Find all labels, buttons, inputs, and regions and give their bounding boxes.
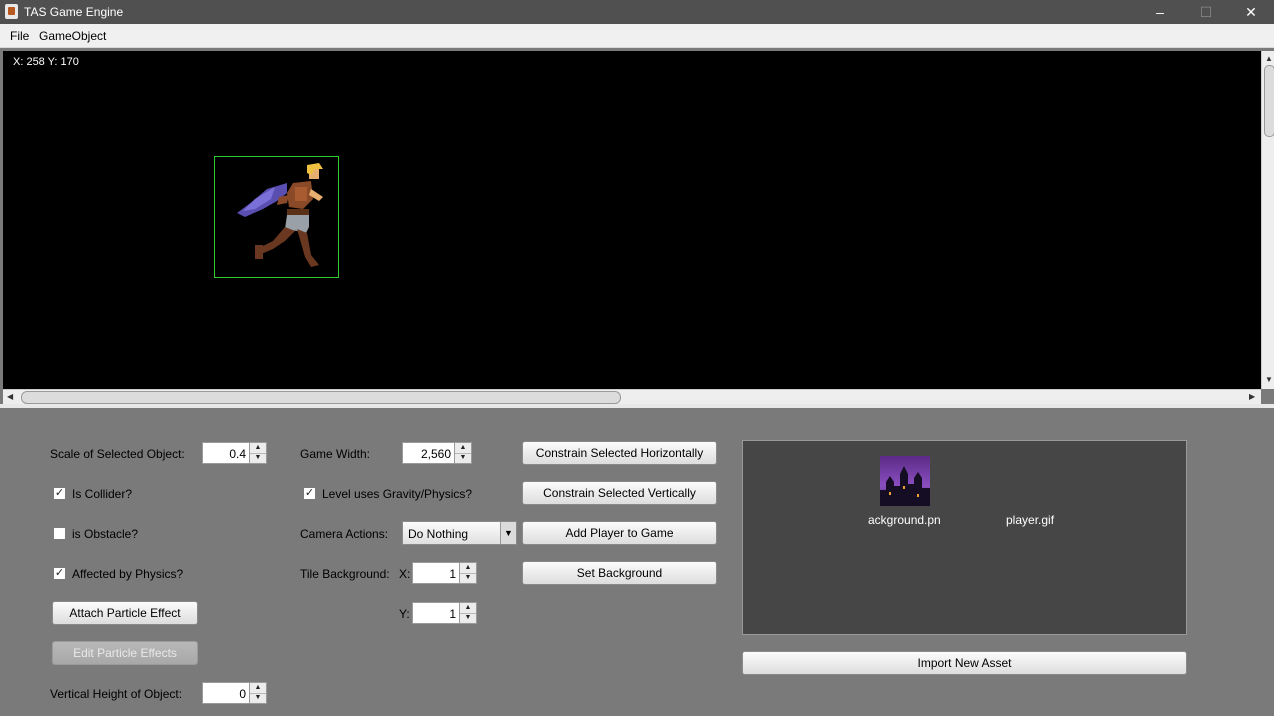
spin-down-icon[interactable]: ▼ <box>250 693 266 703</box>
tile-x-label: X: <box>399 567 411 581</box>
scale-spinner[interactable]: 0.4 ▲ ▼ <box>202 442 267 464</box>
scroll-up-arrow-icon[interactable]: ▲ <box>1265 54 1273 63</box>
affected-by-physics-label: Affected by Physics? <box>72 567 184 581</box>
scale-label: Scale of Selected Object: <box>50 447 185 461</box>
scroll-left-arrow-icon[interactable]: ◀ <box>7 392 13 401</box>
is-collider-label: Is Collider? <box>72 487 133 501</box>
panel-divider[interactable] <box>0 404 1274 408</box>
game-width-label: Game Width: <box>300 447 371 461</box>
camera-actions-dropdown[interactable]: Do Nothing ▼ <box>402 521 517 545</box>
horizontal-scroll-thumb[interactable] <box>21 391 621 404</box>
horizontal-scrollbar[interactable]: ◀ ▶ <box>3 389 1261 404</box>
menu-gameobject[interactable]: GameObject <box>39 29 106 43</box>
java-app-icon <box>5 4 18 19</box>
tile-y-spinner[interactable]: 1 ▲ ▼ <box>412 602 477 624</box>
scroll-down-arrow-icon[interactable]: ▼ <box>1265 375 1273 384</box>
gravity-checkbox[interactable]: ✓ <box>303 487 316 500</box>
tile-y-label: Y: <box>399 607 410 621</box>
player-sprite <box>237 163 323 267</box>
camera-actions-label: Camera Actions: <box>300 527 389 541</box>
asset-name-background[interactable]: ackground.pn <box>868 513 941 527</box>
set-background-button[interactable]: Set Background <box>522 561 717 585</box>
minimize-button[interactable]: – <box>1137 0 1183 24</box>
tile-x-spinner[interactable]: 1 ▲ ▼ <box>412 562 477 584</box>
gravity-label: Level uses Gravity/Physics? <box>322 487 473 501</box>
affected-by-physics-checkbox[interactable]: ✓ <box>53 567 66 580</box>
game-width-value[interactable]: 2,560 <box>421 447 451 461</box>
title-bar: TAS Game Engine – ☐ ✕ <box>0 0 1274 24</box>
selected-game-object[interactable] <box>214 156 339 278</box>
constrain-vertically-button[interactable]: Constrain Selected Vertically <box>522 481 717 505</box>
scale-value[interactable]: 0.4 <box>229 447 246 461</box>
menu-file[interactable]: File <box>10 29 29 43</box>
vertical-scrollbar[interactable]: ▲ ▼ <box>1261 51 1274 389</box>
edit-particle-effects-button[interactable]: Edit Particle Effects <box>52 641 198 665</box>
spin-down-icon[interactable]: ▼ <box>455 453 471 463</box>
game-viewport[interactable]: X: 258 Y: 170 <box>3 51 1261 389</box>
background-asset-thumbnail[interactable] <box>880 456 930 506</box>
game-width-spinner[interactable]: 2,560 ▲ ▼ <box>402 442 472 464</box>
is-collider-checkbox[interactable]: ✓ <box>53 487 66 500</box>
scroll-right-arrow-icon[interactable]: ▶ <box>1249 392 1255 401</box>
spin-down-icon[interactable]: ▼ <box>460 613 476 623</box>
camera-actions-value: Do Nothing <box>408 527 469 541</box>
is-obstacle-label: is Obstacle? <box>72 527 139 541</box>
tile-background-label: Tile Background: <box>300 567 390 581</box>
tile-x-value[interactable]: 1 <box>449 567 456 581</box>
chevron-down-icon[interactable]: ▼ <box>500 522 516 544</box>
import-new-asset-button[interactable]: Import New Asset <box>742 651 1187 675</box>
tile-y-value[interactable]: 1 <box>449 607 456 621</box>
attach-particle-effect-button[interactable]: Attach Particle Effect <box>52 601 198 625</box>
spin-down-icon[interactable]: ▼ <box>250 453 266 463</box>
asset-name-player[interactable]: player.gif <box>1006 513 1054 527</box>
vertical-height-spinner[interactable]: 0 ▲ ▼ <box>202 682 267 704</box>
spin-down-icon[interactable]: ▼ <box>460 573 476 583</box>
menu-bar: File GameObject <box>0 24 1274 48</box>
asset-library-panel[interactable]: ackground.pn player.gif <box>742 440 1187 635</box>
constrain-horizontally-button[interactable]: Constrain Selected Horizontally <box>522 441 717 465</box>
add-player-button[interactable]: Add Player to Game <box>522 521 717 545</box>
close-button[interactable]: ✕ <box>1228 0 1274 24</box>
cursor-coordinates: X: 258 Y: 170 <box>13 56 79 68</box>
is-obstacle-checkbox[interactable] <box>53 527 66 540</box>
window-title: TAS Game Engine <box>24 5 124 19</box>
vertical-scroll-thumb[interactable] <box>1264 65 1274 137</box>
vertical-height-value[interactable]: 0 <box>239 687 246 701</box>
castle-silhouette-icon <box>880 466 930 506</box>
vertical-height-label: Vertical Height of Object: <box>50 687 183 701</box>
maximize-button[interactable]: ☐ <box>1183 0 1229 24</box>
